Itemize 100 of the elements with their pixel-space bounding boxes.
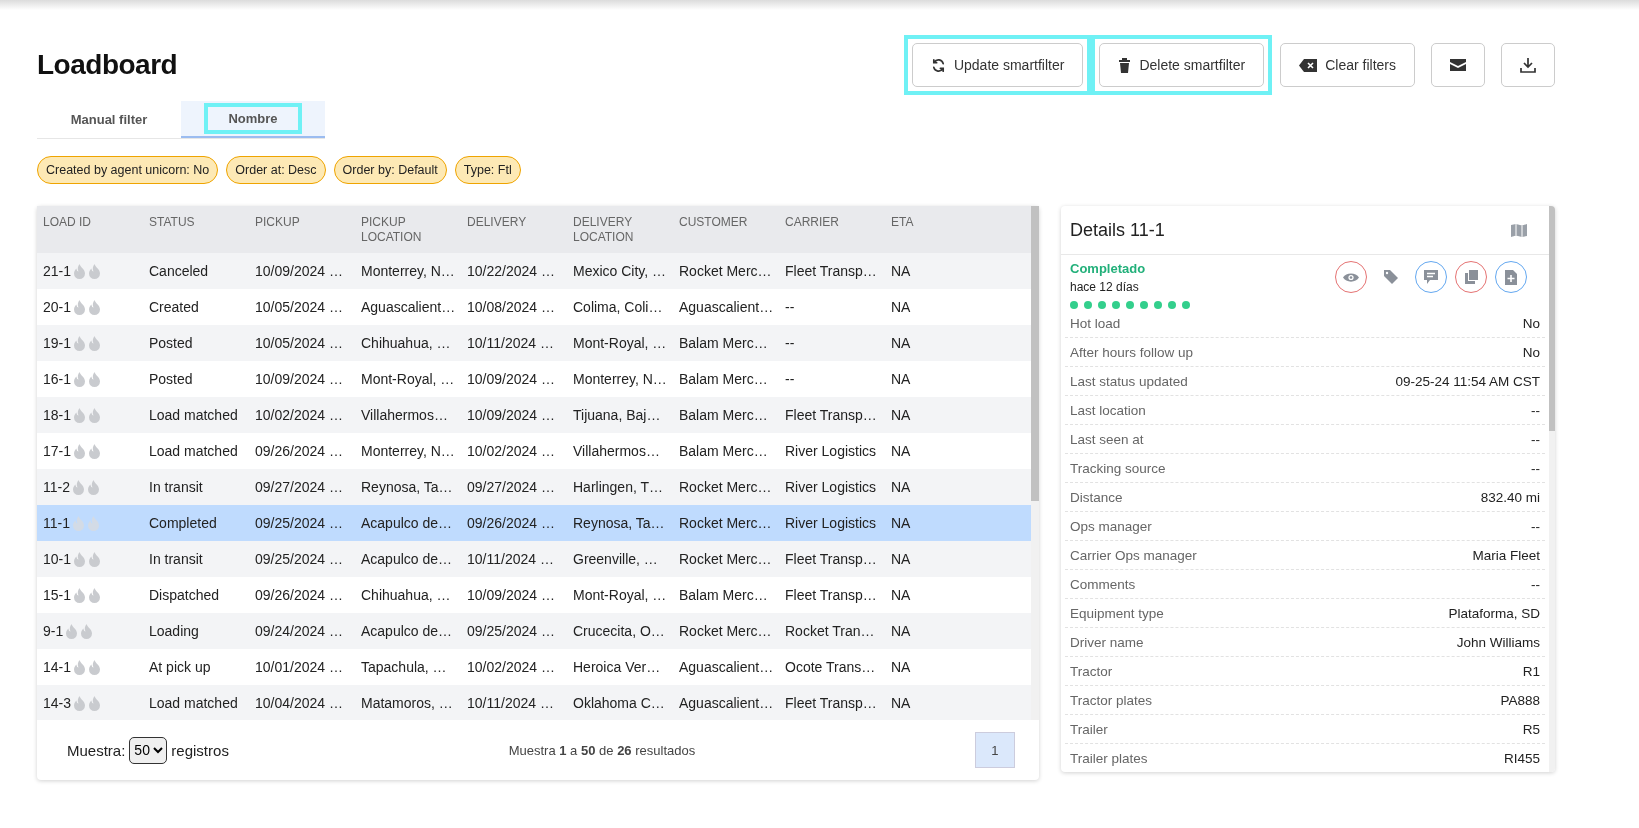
- column-header: PICKUP: [254, 214, 301, 231]
- column-header: STATUS: [148, 214, 196, 231]
- table-row[interactable]: 10-1 In transit 09/25/2024 … Acapulco de… 10/11/2024 … Greenville, … Rocket Merc… Fleet Transp… NA: [37, 541, 1031, 577]
- table-cell: Villahermos…: [573, 443, 660, 459]
- table-cell: Load matched: [149, 695, 238, 711]
- table-row[interactable]: 19-1 Posted 10/05/2024 … Chihuahua, … 10/11/2024 … Mont-Royal, … Balam Merc… -- NA: [37, 325, 1031, 361]
- table-cell: 10/11/2024 …: [467, 695, 554, 711]
- results-summary: Muestra 1 a 50 de 26 resultados: [508, 742, 696, 758]
- table-cell: Mont-Royal, …: [573, 587, 667, 603]
- table-cell: Crucecita, O…: [573, 623, 665, 639]
- field-label: Tracking source: [1070, 460, 1166, 476]
- table-row[interactable]: 21-1 Canceled 10/09/2024 … Monterrey, N… 10/22/2024 … Mexico City, … Rocket Merc… Fleet Transp… NA: [37, 253, 1031, 289]
- field-label: Last status updated: [1070, 373, 1188, 389]
- toolbar-button[interactable]: Clear filters: [1280, 43, 1415, 87]
- table-cell: 10/09/2024 …: [467, 407, 555, 423]
- records-label: registros: [171, 741, 229, 759]
- table-row[interactable]: 14-1 At pick up 10/01/2024 … Tapachula, … 10/02/2024 … Heroica Ver… Aguascalient… Ocote Trans… NA: [37, 649, 1031, 685]
- table-cell: 14-3: [43, 695, 72, 711]
- table-cell: River Logistics: [785, 479, 877, 495]
- field-value: --: [1531, 402, 1540, 418]
- table-cell: 11-2: [43, 479, 70, 495]
- table-cell: Monterrey, N…: [361, 443, 455, 459]
- table-cell: NA: [891, 443, 911, 459]
- table-cell: Balam Merc…: [679, 443, 768, 459]
- table-cell: 9-1: [43, 623, 64, 639]
- table-cell: Balam Merc…: [679, 335, 768, 351]
- field-label: Last location: [1070, 402, 1146, 418]
- field-value: R1: [1522, 663, 1540, 679]
- table-cell: 16-1: [43, 371, 72, 387]
- field-label: Tractor: [1070, 663, 1113, 679]
- toolbar-button[interactable]: Update smartfilter: [911, 43, 1084, 87]
- table-cell: 10/11/2024 …: [467, 551, 554, 567]
- field-value: --: [1531, 576, 1540, 592]
- field-label: Trailer: [1070, 721, 1108, 737]
- tab[interactable]: Manual filter: [37, 101, 181, 138]
- table-cell: NA: [891, 335, 911, 351]
- table-cell: NA: [891, 695, 911, 711]
- table-cell: 10/22/2024 …: [467, 263, 555, 279]
- table-cell: Oklahoma C…: [573, 695, 665, 711]
- table-cell: 20-1: [43, 299, 72, 315]
- table-cell: Posted: [149, 371, 193, 387]
- field-value: R5: [1522, 721, 1540, 737]
- table-cell: 10/09/2024 …: [467, 371, 555, 387]
- column-header: CUSTOMER: [678, 214, 749, 231]
- table-cell: 10/08/2024 …: [467, 299, 555, 315]
- table-row[interactable]: 18-1 Load matched 10/02/2024 … Villahermos… 10/09/2024 … Tijuana, Baj… Balam Merc… Fleet Transp… NA: [37, 397, 1031, 433]
- field-value: Plataforma, SD: [1448, 605, 1540, 621]
- table-cell: Tijuana, Baj…: [573, 407, 661, 423]
- field-label: Ops manager: [1070, 518, 1152, 534]
- toolbar-button[interactable]: Delete smartfilter: [1099, 43, 1265, 87]
- table-cell: NA: [891, 659, 911, 675]
- status-age: hace 12 días: [1070, 280, 1140, 294]
- table-cell: 09/26/2024 …: [467, 515, 555, 531]
- table-cell: Balam Merc…: [679, 407, 768, 423]
- table-row[interactable]: 11-1 Completed 09/25/2024 … Acapulco de… 09/26/2024 … Reynosa, Ta… Rocket Merc… River Logistics NA: [37, 505, 1031, 541]
- table-row[interactable]: 11-2 In transit 09/27/2024 … Reynosa, Ta… 09/27/2024 … Harlingen, T… Rocket Merc… River Logistics NA: [37, 469, 1031, 505]
- table-row[interactable]: 15-1 Dispatched 09/26/2024 … Chihuahua, … 10/09/2024 … Mont-Royal, … Balam Merc… Fleet Transp… NA: [37, 577, 1031, 613]
- table-cell: 09/25/2024 …: [467, 623, 555, 639]
- table-cell: Fleet Transp…: [785, 407, 877, 423]
- table-cell: Tapachula, …: [361, 659, 447, 675]
- field-value: --: [1531, 431, 1540, 447]
- tab[interactable]: Nombre: [181, 101, 325, 138]
- details-title: Details 11-1: [1070, 219, 1165, 241]
- table-cell: 10/04/2024 …: [255, 695, 343, 711]
- table-cell: Chihuahua, …: [361, 335, 451, 351]
- table-row[interactable]: 17-1 Load matched 09/26/2024 … Monterrey, N… 10/02/2024 … Villahermos… Balam Merc… River Logistics NA: [37, 433, 1031, 469]
- table-cell: Colima, Coli…: [573, 299, 663, 315]
- table-row[interactable]: 20-1 Created 10/05/2024 … Aguascalient… 10/08/2024 … Colima, Coli… Aguascalient… -- NA: [37, 289, 1031, 325]
- table-row[interactable]: 16-1 Posted 10/09/2024 … Mont-Royal, … 10/09/2024 … Monterrey, N… Balam Merc… -- NA: [37, 361, 1031, 397]
- table-cell: NA: [891, 479, 911, 495]
- table-cell: NA: [891, 371, 911, 387]
- table-cell: Villahermos…: [361, 407, 448, 423]
- field-value: 09-25-24 11:54 AM CST: [1395, 373, 1540, 389]
- table-cell: Load matched: [149, 443, 238, 459]
- page-button[interactable]: 1: [975, 732, 1015, 768]
- table-cell: 09/25/2024 …: [255, 515, 343, 531]
- table-cell: Posted: [149, 335, 193, 351]
- table-cell: 21-1: [43, 263, 72, 279]
- table-row[interactable]: 14-3 Load matched 10/04/2024 … Matamoros, … 10/11/2024 … Oklahoma C… Aguascalient… Fleet Transp… NA: [37, 685, 1031, 720]
- page-size-select[interactable]: 50: [129, 736, 168, 764]
- table-cell: NA: [891, 407, 911, 423]
- table-cell: 10/09/2024 …: [255, 371, 343, 387]
- field-label: Distance: [1070, 489, 1123, 505]
- field-label: Tractor plates: [1070, 692, 1153, 708]
- field-label: Last seen at: [1070, 431, 1144, 447]
- table-cell: 10-1: [43, 551, 72, 567]
- table-cell: Heroica Ver…: [573, 659, 661, 675]
- table-cell: --: [785, 371, 795, 387]
- column-header: DELIVERY LOCATION: [572, 214, 635, 246]
- table-cell: 10/02/2024 …: [467, 443, 555, 459]
- column-header: ETA: [890, 214, 915, 231]
- table-cell: Aguascalient…: [679, 299, 774, 315]
- table-cell: Aguascalient…: [679, 659, 774, 675]
- table-cell: 17-1: [43, 443, 72, 459]
- filter-chip: Order at: Desc: [226, 156, 326, 184]
- table-cell: Dispatched: [149, 587, 220, 603]
- table-row[interactable]: 9-1 Loading 09/24/2024 … Acapulco de… 09/25/2024 … Crucecita, O… Rocket Merc… Rocket Tran… NA: [37, 613, 1031, 649]
- table-cell: NA: [891, 551, 911, 567]
- table-cell: Canceled: [149, 263, 209, 279]
- table-cell: 15-1: [43, 587, 72, 603]
